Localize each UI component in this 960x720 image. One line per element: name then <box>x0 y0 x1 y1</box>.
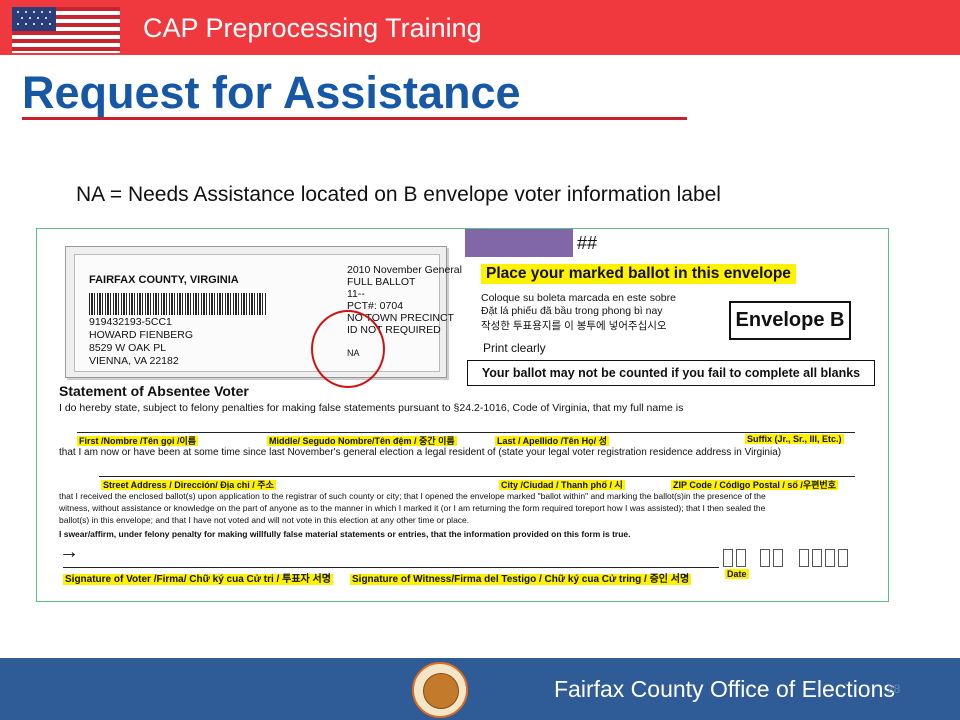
na-highlight-circle <box>311 310 385 388</box>
first-name-label: First /Nombre /Tên gọi /이름 <box>77 436 199 446</box>
us-flag-icon <box>12 7 120 53</box>
street-label: Street Address / Dirección/ Địa chỉ / 주소 <box>101 480 276 490</box>
voter-information-label: FAIRFAX COUNTY, VIRGINIA 919432193-5CC1 … <box>65 246 462 378</box>
completion-warning: Your ballot may not be counted if you fa… <box>467 360 875 386</box>
slide-caption: NA = Needs Assistance located on B envel… <box>76 183 721 206</box>
redaction-box <box>465 229 573 257</box>
resident-line: that I am now or have been at some time … <box>59 447 782 458</box>
label-election: 2010 November General <box>347 264 462 276</box>
date-year-boxes <box>799 549 848 567</box>
instruction-korean: 작성한 투표용지를 이 봉투에 넣어주십시오 <box>481 320 667 332</box>
header-title: CAP Preprocessing Training <box>143 13 482 43</box>
voter-signature-label: Signature of Voter /Firma/ Chữ ký cua Cử… <box>63 574 333 585</box>
print-clearly: Print clearly <box>483 341 546 355</box>
witness-signature-label: Signature of Witness/Firma del Testigo /… <box>350 574 692 585</box>
title-underline <box>22 117 687 120</box>
label-number: 11-- <box>347 288 365 300</box>
city-label: City /Ciudad / Thanh phố / 시 <box>499 480 625 490</box>
received-line-2: witness, without assistance or knowledge… <box>59 503 766 513</box>
label-inner: FAIRFAX COUNTY, VIRGINIA 919432193-5CC1 … <box>74 254 462 372</box>
footer-organization: Fairfax County Office of Elections <box>554 676 895 702</box>
label-voter-name: HOWARD FIENBERG <box>89 329 194 341</box>
name-rule <box>77 432 855 433</box>
date-month-boxes <box>723 549 746 567</box>
label-ballot: FULL BALLOT <box>347 276 416 288</box>
statement-title: Statement of Absentee Voter <box>59 383 249 399</box>
envelope-b-image: FAIRFAX COUNTY, VIRGINIA 919432193-5CC1 … <box>36 228 889 602</box>
received-line-3: ballot(s) in this envelope; and that I h… <box>59 515 470 525</box>
label-street: 8529 W OAK PL <box>89 342 167 354</box>
county-seal-icon <box>412 662 468 718</box>
last-name-label: Last / Apellido /Tên Họ/ 성 <box>495 436 609 446</box>
middle-name-label: Middle/ Segudo Nombre/Tên đệm / 중간 이름 <box>267 436 457 446</box>
address-rule <box>99 476 855 477</box>
hash-marks: ## <box>577 233 598 253</box>
label-county: FAIRFAX COUNTY, VIRGINIA <box>89 274 239 286</box>
statement-line-1: I do hereby state, subject to felony pen… <box>59 402 684 414</box>
label-voter-id: 919432193-5CC1 <box>89 316 172 328</box>
envelope-b-badge: Envelope B <box>729 301 851 340</box>
received-line-1: that I received the enclosed ballot(s) u… <box>59 491 766 501</box>
swear-line: I swear/affirm, under felony penalty for… <box>59 529 631 539</box>
label-city: VIENNA, VA 22182 <box>89 355 179 367</box>
page-number: 28 <box>887 682 901 696</box>
place-ballot-heading: Place your marked ballot in this envelop… <box>481 264 796 284</box>
instruction-spanish: Coloque su boleta marcada en este sobre <box>481 292 676 304</box>
suffix-label: Suffix (Jr., Sr., III, Etc.) <box>745 434 844 444</box>
barcode <box>89 293 267 315</box>
page-title: Request for Assistance <box>22 67 521 118</box>
zip-label: ZIP Code / Código Postal / số /우편번호 <box>671 480 838 490</box>
date-day-boxes <box>760 549 783 567</box>
instruction-vietnamese: Đặt lá phiếu đã bầu trong phong bì nay <box>481 305 663 317</box>
signature-rule <box>63 567 719 568</box>
date-label: Date <box>725 569 749 579</box>
right-arrow-icon: → <box>59 541 79 563</box>
